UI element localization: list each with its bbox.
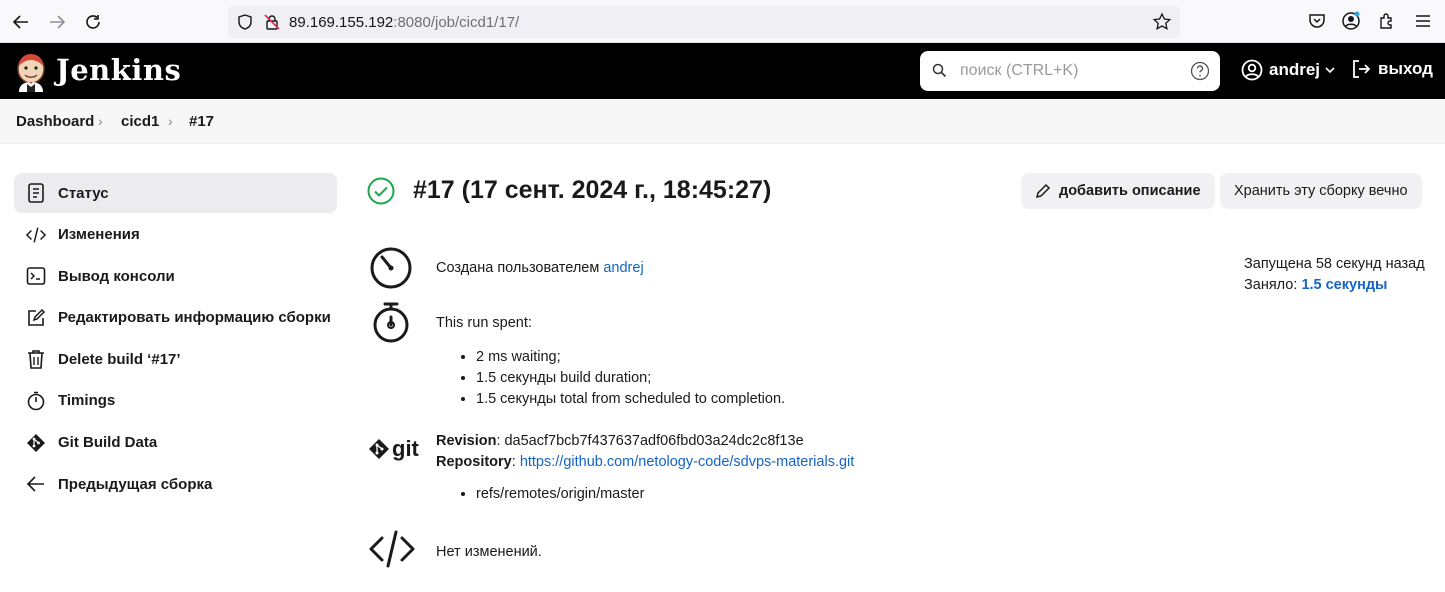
stopwatch-icon bbox=[26, 391, 46, 411]
sidebar-item-label: Timings bbox=[58, 392, 116, 410]
run-spent-list: 2 ms waiting; 1.5 секунды build duration… bbox=[456, 347, 785, 410]
build-timing-info: Запущена 58 секунд назад Заняло: 1.5 сек… bbox=[1244, 254, 1425, 296]
sidebar: Статус Изменения Вывод консоли Редактиро… bbox=[14, 173, 337, 506]
took-duration-link[interactable]: 1.5 секунды bbox=[1301, 277, 1387, 293]
bookmark-star-icon[interactable] bbox=[1152, 12, 1172, 37]
repository-row: Repository: https://github.com/netology-… bbox=[436, 452, 854, 473]
forward-arrow-icon[interactable] bbox=[45, 10, 69, 34]
browser-toolbar: 89.169.155.192:8080/job/cicd1/17/ bbox=[0, 0, 1445, 43]
logout-icon bbox=[1353, 60, 1371, 78]
user-menu[interactable]: andrej bbox=[1241, 59, 1336, 81]
sidebar-item-edit-build-info[interactable]: Редактировать информацию сборки bbox=[14, 298, 337, 338]
url-bar[interactable]: 89.169.155.192:8080/job/cicd1/17/ bbox=[228, 6, 1180, 38]
started-by-text: Создана пользователем andrej bbox=[436, 260, 644, 276]
sidebar-item-label: Статус bbox=[58, 184, 109, 202]
add-description-button[interactable]: добавить описание bbox=[1021, 173, 1215, 209]
git-info: Revision: da5acf7bcb7f437637adf06fbd03a2… bbox=[436, 431, 854, 473]
sidebar-item-label: Редактировать информацию сборки bbox=[58, 309, 331, 327]
jenkins-header: Jenkins andrej выход bbox=[0, 43, 1445, 99]
took-text: Заняло: 1.5 секунды bbox=[1244, 275, 1425, 296]
breadcrumb-job[interactable]: cicd1 bbox=[121, 113, 159, 130]
repository-separator: : bbox=[511, 454, 520, 470]
sidebar-item-console[interactable]: Вывод консоли bbox=[14, 256, 337, 296]
clock-icon bbox=[368, 245, 414, 296]
refs-list: refs/remotes/origin/master bbox=[456, 484, 644, 505]
sidebar-item-label: Изменения bbox=[58, 226, 140, 244]
insecure-lock-icon[interactable] bbox=[263, 13, 281, 36]
trash-icon bbox=[26, 349, 46, 370]
url-path: :8080/job/cicd1/17/ bbox=[393, 14, 520, 31]
sidebar-item-status[interactable]: Статус bbox=[14, 173, 337, 213]
user-name: andrej bbox=[1269, 60, 1321, 79]
chevron-right-icon: › bbox=[168, 113, 173, 129]
reload-icon[interactable] bbox=[81, 10, 105, 34]
terminal-icon bbox=[26, 266, 46, 286]
sidebar-item-label: Git Build Data bbox=[58, 434, 158, 452]
list-item: refs/remotes/origin/master bbox=[476, 484, 644, 505]
sidebar-item-changes[interactable]: Изменения bbox=[14, 215, 337, 255]
sidebar-item-label: Вывод консоли bbox=[58, 267, 175, 285]
code-icon bbox=[26, 225, 46, 245]
shield-icon[interactable] bbox=[236, 13, 254, 36]
revision-row: Revision: da5acf7bcb7f437637adf06fbd03a2… bbox=[436, 431, 854, 452]
breadcrumb-build[interactable]: #17 bbox=[189, 113, 214, 130]
list-item: 2 ms waiting; bbox=[476, 347, 785, 368]
search-box[interactable] bbox=[920, 51, 1220, 91]
repository-link[interactable]: https://github.com/netology-code/sdvps-m… bbox=[520, 454, 854, 470]
search-input[interactable] bbox=[960, 59, 1180, 83]
account-icon[interactable] bbox=[1341, 11, 1361, 31]
url-host: 89.169.155.192 bbox=[289, 14, 394, 31]
breadcrumb: Dashboard › cicd1 › #17 bbox=[0, 99, 1445, 144]
list-item: 1.5 секунды build duration; bbox=[476, 368, 785, 389]
back-arrow-icon[interactable] bbox=[9, 10, 33, 34]
sidebar-item-previous-build[interactable]: Предыдущая сборка bbox=[14, 464, 337, 504]
pencil-icon bbox=[1035, 183, 1051, 199]
url-text: 89.169.155.192:8080/job/cicd1/17/ bbox=[289, 14, 519, 31]
sidebar-item-git-build-data[interactable]: Git Build Data bbox=[14, 423, 337, 463]
list-item: 1.5 секунды total from scheduled to comp… bbox=[476, 389, 785, 410]
run-spent-label: This run spent: bbox=[436, 315, 532, 331]
add-description-label: добавить описание bbox=[1059, 183, 1201, 199]
started-by-prefix: Создана пользователем bbox=[436, 260, 604, 276]
sidebar-item-label: Delete build ‘#17’ bbox=[58, 350, 181, 368]
stopwatch-icon bbox=[368, 300, 414, 351]
git-icon bbox=[26, 433, 46, 453]
document-icon bbox=[26, 183, 46, 203]
user-icon bbox=[1241, 59, 1263, 81]
keep-forever-button[interactable]: Хранить эту сборку вечно bbox=[1220, 173, 1422, 209]
sidebar-item-delete-build[interactable]: Delete build ‘#17’ bbox=[14, 339, 337, 379]
revision-value: : da5acf7bcb7f437637adf06fbd03a24dc2c8f1… bbox=[496, 433, 804, 449]
app-title[interactable]: Jenkins bbox=[56, 53, 181, 87]
sidebar-item-timings[interactable]: Timings bbox=[14, 381, 337, 421]
chevron-right-icon: › bbox=[98, 113, 103, 129]
sidebar-item-label: Предыдущая сборка bbox=[58, 475, 213, 493]
keep-forever-label: Хранить эту сборку вечно bbox=[1234, 183, 1408, 199]
logout-label: выход bbox=[1378, 59, 1433, 78]
search-icon bbox=[932, 63, 947, 83]
revision-label: Revision bbox=[436, 433, 497, 449]
no-changes-text: Нет изменений. bbox=[436, 544, 542, 560]
success-check-icon bbox=[367, 177, 395, 204]
help-icon[interactable] bbox=[1190, 61, 1210, 86]
build-title: #17 (17 сент. 2024 г., 18:45:27) bbox=[367, 176, 771, 205]
jenkins-logo-icon[interactable] bbox=[14, 52, 48, 92]
page-title: #17 (17 сент. 2024 г., 18:45:27) bbox=[413, 176, 772, 204]
started-ago: Запущена 58 секунд назад bbox=[1244, 256, 1425, 272]
code-icon bbox=[368, 530, 416, 573]
git-logo-text: git bbox=[392, 436, 419, 461]
menu-icon[interactable] bbox=[1413, 11, 1433, 31]
took-prefix: Заняло: bbox=[1244, 277, 1302, 293]
git-logo-icon: git bbox=[368, 436, 419, 462]
arrow-left-icon bbox=[26, 474, 46, 494]
logout-link[interactable]: выход bbox=[1351, 59, 1433, 79]
breadcrumb-dashboard[interactable]: Dashboard bbox=[16, 113, 94, 130]
edit-icon bbox=[26, 308, 46, 328]
extensions-icon[interactable] bbox=[1377, 11, 1397, 31]
chevron-down-icon bbox=[1325, 67, 1335, 74]
repository-label: Repository bbox=[436, 454, 512, 470]
pocket-icon[interactable] bbox=[1307, 11, 1327, 31]
started-by-user-link[interactable]: andrej bbox=[603, 260, 643, 276]
